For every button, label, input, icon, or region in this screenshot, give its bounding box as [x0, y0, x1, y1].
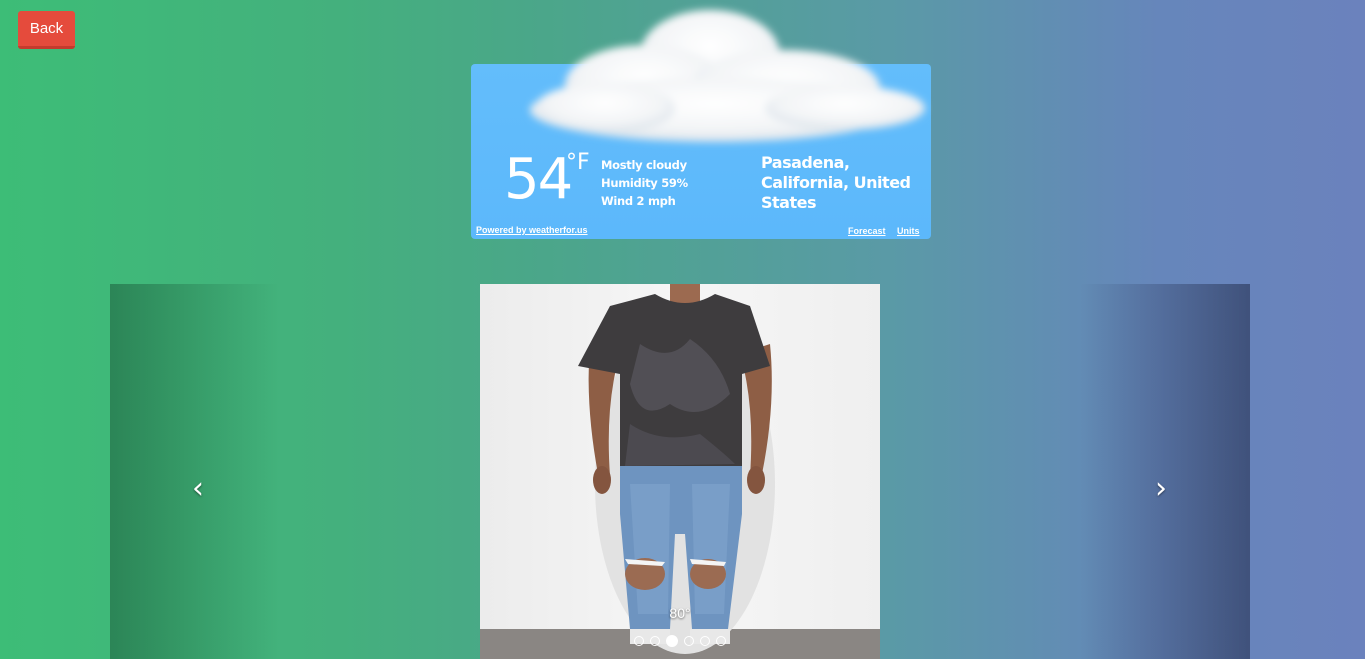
outfit-carousel: ‹ › 80° [110, 284, 1250, 659]
temperature-unit: °F [566, 150, 590, 175]
carousel-next-button[interactable]: › [1146, 474, 1176, 504]
carousel-indicator[interactable] [650, 636, 660, 646]
chevron-right-icon: › [1155, 471, 1167, 506]
outfit-image [480, 284, 880, 659]
carousel-indicators [110, 635, 1250, 647]
back-button[interactable]: Back [18, 11, 75, 49]
cloud-icon [530, 10, 925, 142]
carousel-indicator[interactable] [700, 636, 710, 646]
outfit-photo [480, 284, 880, 659]
units-link[interactable]: Units [897, 226, 920, 236]
carousel-indicator[interactable] [716, 636, 726, 646]
powered-by-link[interactable]: Powered by weatherfor.us [476, 225, 588, 235]
weather-wind: Wind 2 mph [601, 194, 676, 208]
carousel-indicator-active[interactable] [666, 635, 678, 647]
carousel-prev-button[interactable]: ‹ [183, 474, 213, 504]
chevron-left-icon: ‹ [192, 471, 204, 506]
weather-humidity: Humidity 59% [601, 176, 688, 190]
forecast-link[interactable]: Forecast [848, 226, 886, 236]
carousel-caption: 80° [669, 605, 691, 621]
weather-condition: Mostly cloudy [601, 158, 687, 172]
carousel-indicator[interactable] [684, 636, 694, 646]
carousel-indicator[interactable] [634, 636, 644, 646]
temperature-value: 54 [504, 147, 573, 212]
weather-location: Pasadena, California, United States [761, 153, 911, 212]
